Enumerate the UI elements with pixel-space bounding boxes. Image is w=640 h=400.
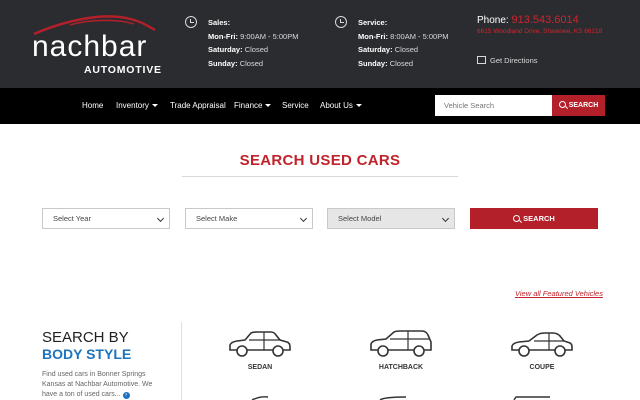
body-type-label: SEDAN xyxy=(247,364,273,371)
address-link[interactable]: 6615 Woodland Drive, Shawnee, KS 66218 xyxy=(477,28,602,35)
nav-inventory[interactable]: Inventory xyxy=(116,101,158,110)
caret-down-icon xyxy=(265,104,272,107)
vehicle-icon xyxy=(379,396,407,400)
title-divider xyxy=(182,176,458,177)
chevron-down-icon xyxy=(156,214,165,223)
nav-about-us[interactable]: About Us xyxy=(320,101,362,110)
body-type-label: HATCHBACK xyxy=(378,364,424,371)
service-hours-title: Service: xyxy=(358,18,388,27)
vehicle-search-button[interactable]: SEARCH xyxy=(552,95,605,116)
vehicle-icon xyxy=(251,396,269,400)
nav-trade-appraisal[interactable]: Trade Appraisal xyxy=(170,101,226,110)
phone-link[interactable]: 913.543.6014 xyxy=(511,14,578,26)
service-hours-row: Saturday: Closed xyxy=(358,45,419,54)
view-featured-link[interactable]: View all Featured Vehicles xyxy=(515,289,603,298)
select-make[interactable]: Select Make xyxy=(185,208,313,229)
sedan-icon xyxy=(229,331,291,357)
section-divider xyxy=(181,322,182,400)
select-year[interactable]: Select Year xyxy=(42,208,170,229)
sales-hours-title: Sales: xyxy=(208,18,231,27)
coupe-icon xyxy=(511,332,573,357)
chevron-down-icon xyxy=(441,214,450,223)
hatchback-icon xyxy=(370,330,432,357)
body-style-description: Find used cars in Bonner Springs Kansas … xyxy=(42,371,153,399)
caret-down-icon xyxy=(151,104,158,107)
site-header: nachbar AUTOMOTIVE Sales: Mon-Fri: 9:00A… xyxy=(0,0,640,88)
phone-line: Phone: 913.543.6014 xyxy=(477,14,602,26)
body-type-coupe[interactable]: COUPE xyxy=(502,330,582,371)
search-icon xyxy=(513,215,521,222)
body-type-label: COUPE xyxy=(529,364,555,371)
sales-hours-row: Saturday: Closed xyxy=(208,45,269,54)
clock-icon xyxy=(185,16,197,28)
sales-hours-row: Sunday: Closed xyxy=(208,58,264,68)
nav-service[interactable]: Service xyxy=(282,101,309,110)
search-button[interactable]: SEARCH xyxy=(470,208,598,229)
sales-hours-row: Mon-Fri: 9:00AM - 5:00PM xyxy=(208,31,299,41)
body-style-heading-line2: BODY STYLE xyxy=(42,346,132,362)
nav-finance[interactable]: Finance xyxy=(234,101,272,110)
vehicle-icon xyxy=(513,396,550,400)
nachbar-logo[interactable]: nachbar AUTOMOTIVE xyxy=(30,14,161,75)
search-icon xyxy=(558,101,566,108)
contact-info: Phone: 913.543.6014 6615 Woodland Drive,… xyxy=(477,14,602,65)
chevron-down-icon xyxy=(299,214,308,223)
nav-home[interactable]: Home xyxy=(82,101,103,110)
logo-subtitle: AUTOMOTIVE xyxy=(84,64,162,76)
page-title: SEARCH USED CARS xyxy=(239,152,401,169)
caret-down-icon xyxy=(355,104,362,107)
arrow-right-icon[interactable]: › xyxy=(122,392,130,399)
map-icon xyxy=(477,56,486,64)
body-style-heading-line1: SEARCH BY xyxy=(42,329,129,346)
phone-label: Phone: xyxy=(477,15,509,26)
select-model[interactable]: Select Model xyxy=(327,208,455,229)
service-hours-row: Sunday: Closed xyxy=(358,58,414,68)
logo-brand-text: nachbar xyxy=(32,30,148,63)
service-hours-row: Mon-Fri: 8:00AM - 5:00PM xyxy=(358,31,449,41)
body-type-sedan[interactable]: SEDAN xyxy=(220,330,300,371)
get-directions-link[interactable]: Get Directions xyxy=(477,56,538,65)
clock-icon xyxy=(335,16,347,28)
get-directions-label: Get Directions xyxy=(490,56,538,65)
vehicle-search-input[interactable] xyxy=(435,95,552,116)
body-type-hatchback[interactable]: HATCHBACK xyxy=(361,330,441,371)
